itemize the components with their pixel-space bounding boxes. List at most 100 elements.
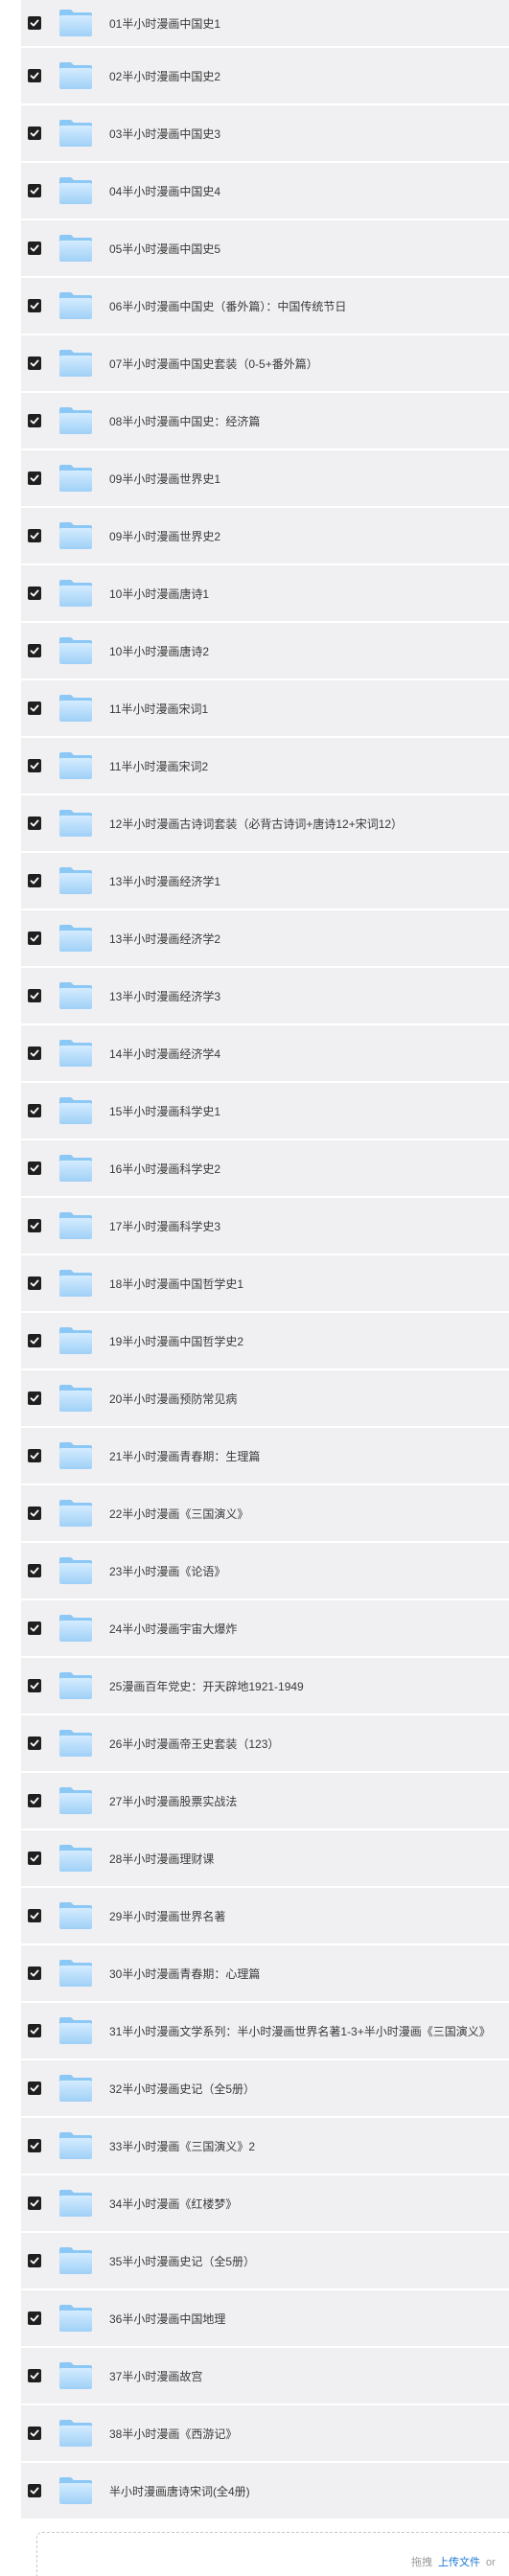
checkbox-checked[interactable] — [28, 2369, 41, 2382]
file-row[interactable]: 24半小时漫画宇宙大爆炸 — [21, 1600, 509, 1656]
checkbox-checked[interactable] — [28, 2024, 41, 2037]
file-name[interactable]: 19半小时漫画中国哲学史2 — [109, 1333, 509, 1349]
file-row[interactable]: 13半小时漫画经济学3 — [21, 968, 509, 1024]
checkbox-checked[interactable] — [28, 2254, 41, 2267]
file-row[interactable]: 01半小时漫画中国史1 — [21, 0, 509, 46]
checkbox-checked[interactable] — [28, 69, 41, 82]
file-name[interactable]: 37半小时漫画故宫 — [109, 2368, 509, 2384]
file-row[interactable]: 36半小时漫画中国地理 — [21, 2290, 509, 2346]
file-row[interactable]: 25漫画百年党史：开天辟地1921-1949 — [21, 1658, 509, 1714]
file-row[interactable]: 07半小时漫画中国史套装（0-5+番外篇） — [21, 335, 509, 391]
checkbox-checked[interactable] — [28, 1219, 41, 1232]
file-name[interactable]: 01半小时漫画中国史1 — [109, 15, 509, 32]
file-name[interactable]: 13半小时漫画经济学1 — [109, 873, 509, 889]
checkbox-checked[interactable] — [28, 2312, 41, 2325]
checkbox-checked[interactable] — [28, 16, 41, 30]
checkbox-checked[interactable] — [28, 2484, 41, 2497]
file-name[interactable]: 32半小时漫画史记（全5册） — [109, 2081, 509, 2097]
checkbox-checked[interactable] — [28, 1449, 41, 1462]
file-name[interactable]: 03半小时漫画中国史3 — [109, 126, 509, 142]
file-name[interactable]: 28半小时漫画理财课 — [109, 1851, 509, 1867]
checkbox-checked[interactable] — [28, 874, 41, 887]
file-row[interactable]: 38半小时漫画《西游记》 — [21, 2405, 509, 2461]
file-name[interactable]: 25漫画百年党史：开天辟地1921-1949 — [109, 1678, 509, 1694]
file-name[interactable]: 09半小时漫画世界史1 — [109, 471, 509, 487]
checkbox-checked[interactable] — [28, 2082, 41, 2095]
checkbox-checked[interactable] — [28, 1794, 41, 1807]
checkbox-checked[interactable] — [28, 1909, 41, 1922]
file-row[interactable]: 20半小时漫画预防常见病 — [21, 1370, 509, 1426]
file-name[interactable]: 14半小时漫画经济学4 — [109, 1046, 509, 1062]
file-row[interactable]: 11半小时漫画宋词1 — [21, 680, 509, 736]
file-row[interactable]: 29半小时漫画世界名著 — [21, 1888, 509, 1944]
file-row[interactable]: 11半小时漫画宋词2 — [21, 738, 509, 794]
file-name[interactable]: 16半小时漫画科学史2 — [109, 1161, 509, 1177]
file-row[interactable]: 08半小时漫画中国史：经济篇 — [21, 393, 509, 448]
file-name[interactable]: 半小时漫画唐诗宋词(全4册) — [109, 2483, 509, 2499]
file-name[interactable]: 18半小时漫画中国哲学史1 — [109, 1276, 509, 1292]
file-row[interactable]: 12半小时漫画古诗词套装（必背古诗词+唐诗12+宋词12） — [21, 795, 509, 851]
file-row[interactable]: 09半小时漫画世界史2 — [21, 508, 509, 564]
file-row[interactable]: 32半小时漫画史记（全5册） — [21, 2060, 509, 2116]
file-name[interactable]: 11半小时漫画宋词1 — [109, 701, 509, 717]
file-name[interactable]: 17半小时漫画科学史3 — [109, 1218, 509, 1234]
checkbox-checked[interactable] — [28, 644, 41, 657]
checkbox-checked[interactable] — [28, 1506, 41, 1520]
file-name[interactable]: 04半小时漫画中国史4 — [109, 183, 509, 199]
file-name[interactable]: 21半小时漫画青春期：生理篇 — [109, 1448, 509, 1464]
file-row[interactable]: 34半小时漫画《红楼梦》 — [21, 2175, 509, 2231]
file-name[interactable]: 31半小时漫画文学系列：半小时漫画世界名著1-3+半小时漫画《三国演义》 — [109, 2023, 509, 2039]
file-name[interactable]: 11半小时漫画宋词2 — [109, 758, 509, 774]
file-name[interactable]: 24半小时漫画宇宙大爆炸 — [109, 1621, 509, 1637]
file-name[interactable]: 09半小时漫画世界史2 — [109, 528, 509, 544]
file-row[interactable]: 28半小时漫画理财课 — [21, 1830, 509, 1886]
file-name[interactable]: 13半小时漫画经济学3 — [109, 988, 509, 1004]
checkbox-checked[interactable] — [28, 1104, 41, 1117]
file-name[interactable]: 23半小时漫画《论语》 — [109, 1563, 509, 1579]
file-row[interactable]: 13半小时漫画经济学2 — [21, 910, 509, 966]
file-name[interactable]: 06半小时漫画中国史（番外篇）：中国传统节日 — [109, 298, 509, 314]
file-row[interactable]: 37半小时漫画故宫 — [21, 2348, 509, 2404]
file-row[interactable]: 03半小时漫画中国史3 — [21, 105, 509, 161]
checkbox-checked[interactable] — [28, 816, 41, 830]
file-row[interactable]: 26半小时漫画帝王史套装（123） — [21, 1715, 509, 1771]
checkbox-checked[interactable] — [28, 989, 41, 1002]
checkbox-checked[interactable] — [28, 1679, 41, 1692]
file-row[interactable]: 04半小时漫画中国史4 — [21, 163, 509, 218]
checkbox-checked[interactable] — [28, 356, 41, 370]
file-row[interactable]: 10半小时漫画唐诗2 — [21, 623, 509, 678]
checkbox-checked[interactable] — [28, 702, 41, 715]
file-row[interactable]: 21半小时漫画青春期：生理篇 — [21, 1428, 509, 1484]
file-row[interactable]: 30半小时漫画青春期：心理篇 — [21, 1945, 509, 2001]
file-name[interactable]: 33半小时漫画《三国演义》2 — [109, 2138, 509, 2154]
file-name[interactable]: 36半小时漫画中国地理 — [109, 2311, 509, 2327]
file-name[interactable]: 20半小时漫画预防常见病 — [109, 1391, 509, 1407]
checkbox-checked[interactable] — [28, 1162, 41, 1175]
file-name[interactable]: 08半小时漫画中国史：经济篇 — [109, 413, 509, 429]
file-row[interactable]: 05半小时漫画中国史5 — [21, 220, 509, 276]
checkbox-checked[interactable] — [28, 126, 41, 140]
file-name[interactable]: 13半小时漫画经济学2 — [109, 931, 509, 947]
file-name[interactable]: 05半小时漫画中国史5 — [109, 241, 509, 257]
file-name[interactable]: 30半小时漫画青春期：心理篇 — [109, 1966, 509, 1982]
file-row[interactable]: 27半小时漫画股票实战法 — [21, 1773, 509, 1828]
checkbox-checked[interactable] — [28, 1622, 41, 1635]
checkbox-checked[interactable] — [28, 529, 41, 542]
checkbox-checked[interactable] — [28, 184, 41, 197]
file-name[interactable]: 10半小时漫画唐诗1 — [109, 586, 509, 602]
checkbox-checked[interactable] — [28, 472, 41, 485]
file-row[interactable]: 09半小时漫画世界史1 — [21, 450, 509, 506]
checkbox-checked[interactable] — [28, 1334, 41, 1347]
checkbox-checked[interactable] — [28, 414, 41, 427]
file-row[interactable]: 19半小时漫画中国哲学史2 — [21, 1313, 509, 1368]
file-row[interactable]: 02半小时漫画中国史2 — [21, 48, 509, 104]
file-row[interactable]: 17半小时漫画科学史3 — [21, 1198, 509, 1254]
upload-file-link[interactable]: 上传文件 — [438, 2557, 480, 2568]
file-name[interactable]: 10半小时漫画唐诗2 — [109, 643, 509, 659]
file-name[interactable]: 12半小时漫画古诗词套装（必背古诗词+唐诗12+宋词12） — [109, 816, 509, 832]
checkbox-checked[interactable] — [28, 1392, 41, 1405]
file-row[interactable]: 22半小时漫画《三国演义》 — [21, 1485, 509, 1541]
file-name[interactable]: 38半小时漫画《西游记》 — [109, 2426, 509, 2442]
file-row[interactable]: 23半小时漫画《论语》 — [21, 1543, 509, 1598]
checkbox-checked[interactable] — [28, 1736, 41, 1750]
